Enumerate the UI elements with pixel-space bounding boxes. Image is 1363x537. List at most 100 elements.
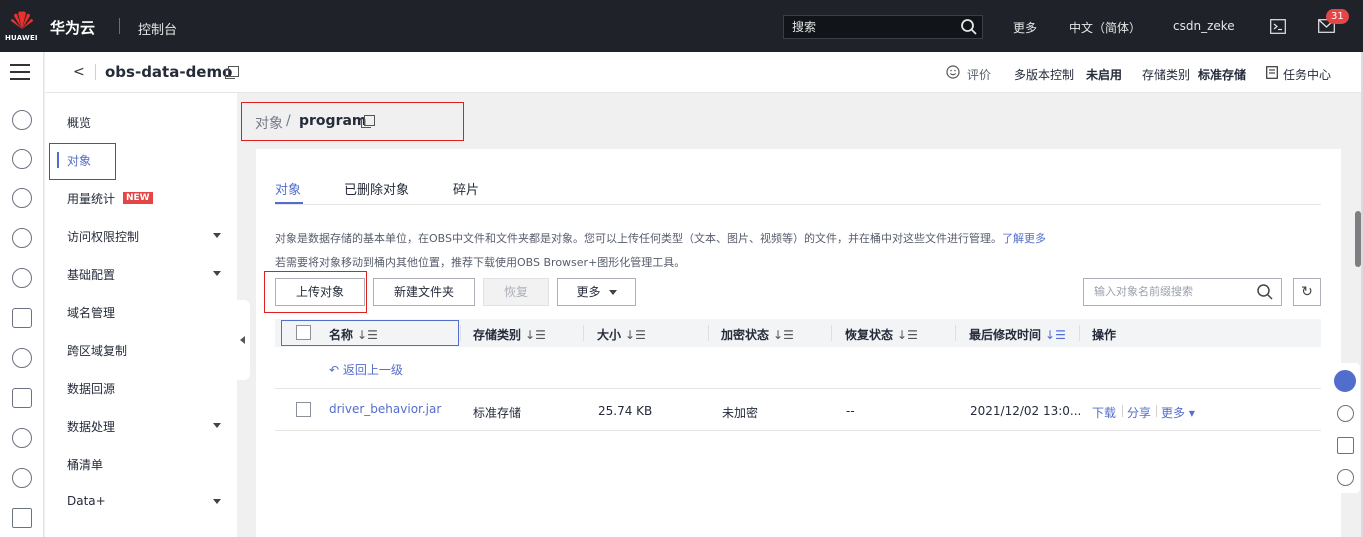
brand-name[interactable]: 华为云 [50, 17, 95, 38]
object-search-input[interactable] [1094, 285, 1249, 298]
database-icon[interactable] [12, 308, 32, 328]
column-divider [583, 325, 584, 341]
object-search[interactable] [1083, 278, 1282, 306]
chevron-down-icon[interactable] [213, 423, 221, 428]
restore-status-cell: -- [846, 404, 855, 418]
smile-icon[interactable] [946, 65, 960, 79]
new-folder-button[interactable]: 新建文件夹 [373, 278, 475, 306]
huawei-logo[interactable]: HUAWEI [0, 0, 44, 52]
top-navigation-bar: HUAWEI 华为云 控制台 更多 中文（简体） csdn_zeke 31 [0, 0, 1363, 52]
column-divider [460, 325, 461, 341]
user-menu[interactable]: csdn_zeke [1173, 19, 1235, 33]
sidebar-item-data-plus[interactable]: Data+ [67, 494, 106, 508]
scrollbar-thumb[interactable] [1355, 211, 1361, 267]
more-menu[interactable]: 更多 [1013, 19, 1037, 36]
cloud-upload-icon[interactable] [12, 149, 32, 169]
back-to-parent-link[interactable]: ↶ 返回上一级 [329, 361, 403, 378]
cloud-service-icon[interactable] [12, 110, 32, 130]
description-line-1: 对象是数据存储的基本单位，在OBS中文件和文件夹都是对象。您可以上传任何类型（文… [275, 230, 1046, 246]
menu-icon[interactable] [10, 64, 30, 82]
col-size[interactable]: 大小 ↓☰ [597, 326, 646, 343]
ip-icon[interactable] [12, 188, 32, 208]
terminal-icon[interactable] [1270, 19, 1286, 34]
action-divider [1122, 405, 1123, 417]
row-more-menu[interactable]: 更多 ▾ [1161, 404, 1195, 421]
global-search-input[interactable] [792, 19, 952, 35]
download-link[interactable]: 下载 [1092, 404, 1116, 421]
sidebar-item-basic-config[interactable]: 基础配置 [67, 266, 115, 283]
col-storage[interactable]: 存储类别 ↓☰ [473, 326, 546, 343]
language-selector[interactable]: 中文（简体） [1069, 19, 1141, 36]
copy-icon[interactable] [361, 115, 375, 128]
tab-fragments[interactable]: 碎片 [453, 179, 479, 198]
rating-link[interactable]: 评价 [967, 66, 991, 83]
sidebar-item-usage[interactable]: 用量统计 [67, 190, 115, 207]
copy-icon[interactable] [225, 66, 239, 79]
col-size-label: 大小 [597, 328, 622, 342]
refresh-icon[interactable]: ↻ [1293, 278, 1321, 306]
customer-service-icon[interactable] [1334, 370, 1356, 392]
sort-icon[interactable]: ↓☰ [525, 328, 546, 342]
description-text: 对象是数据存储的基本单位，在OBS中文件和文件夹都是对象。您可以上传任何类型（文… [275, 232, 1002, 245]
sidebar-item-overview[interactable]: 概览 [67, 114, 91, 131]
sidebar-item-back-to-source[interactable]: 数据回源 [67, 380, 115, 397]
chevron-down-icon[interactable] [213, 499, 221, 504]
more-actions-label: 更多 [576, 285, 601, 299]
search-icon[interactable] [1256, 283, 1274, 301]
share-link[interactable]: 分享 [1127, 404, 1151, 421]
container-icon[interactable] [12, 468, 32, 488]
divider [95, 64, 96, 80]
chevron-down-icon[interactable] [213, 233, 221, 238]
sidebar-collapse-handle[interactable] [237, 300, 250, 380]
sort-active-icon[interactable]: ↓☰ [1045, 328, 1066, 342]
breadcrumb-root[interactable]: 对象 [255, 113, 283, 133]
cloud-icon[interactable] [12, 348, 32, 368]
help-icon[interactable] [1337, 405, 1354, 422]
huawei-petal-icon [11, 11, 33, 29]
versioning-value: 未启用 [1086, 68, 1123, 82]
select-all-checkbox[interactable] [296, 325, 311, 340]
console-link[interactable]: 控制台 [138, 19, 177, 38]
sidebar-item-cross-region[interactable]: 跨区域复制 [67, 342, 127, 359]
col-name[interactable]: 名称 ↓☰ [329, 326, 378, 343]
object-name-link[interactable]: driver_behavior.jar [329, 402, 441, 416]
restore-button[interactable]: 恢复 [483, 278, 549, 306]
survey-icon[interactable] [1337, 469, 1354, 486]
back-icon[interactable]: < [73, 64, 85, 80]
sidebar-item-data-processing[interactable]: 数据处理 [67, 418, 115, 435]
task-center-link[interactable]: 任务中心 [1283, 66, 1331, 83]
upload-object-button[interactable]: 上传对象 [275, 278, 365, 306]
notification-badge[interactable]: 31 [1326, 9, 1349, 24]
more-actions-button[interactable]: 更多 [557, 278, 636, 306]
sort-icon[interactable]: ↓☰ [625, 328, 646, 342]
search-icon[interactable] [960, 18, 978, 36]
col-encryption[interactable]: 加密状态 ↓☰ [721, 326, 794, 343]
sort-icon[interactable]: ↓☰ [897, 328, 918, 342]
cloud-network-icon[interactable] [12, 228, 32, 248]
col-last-modified[interactable]: 最后修改时间 ↓☰ [969, 326, 1066, 343]
back-arrow-icon: ↶ [329, 363, 343, 377]
sort-icon[interactable]: ↓☰ [357, 328, 378, 342]
learn-more-link[interactable]: 了解更多 [1002, 232, 1046, 245]
storage-class-label: 存储类别 [1142, 68, 1191, 82]
chevron-down-icon [608, 290, 617, 295]
sidebar-item-objects[interactable]: 对象 [67, 152, 91, 169]
tab-objects[interactable]: 对象 [275, 179, 301, 198]
bucket-name: obs-data-demo [105, 63, 233, 81]
sidebar-item-domain[interactable]: 域名管理 [67, 304, 115, 321]
col-restore-status[interactable]: 恢复状态 ↓☰ [845, 326, 918, 343]
apps-grid-icon[interactable] [12, 508, 32, 528]
sidebar-item-inventory[interactable]: 桶清单 [67, 456, 103, 473]
api-icon[interactable] [12, 388, 32, 408]
sidebar-item-access-control[interactable]: 访问权限控制 [67, 228, 139, 245]
global-search[interactable] [783, 15, 983, 39]
feedback-icon[interactable] [1337, 437, 1354, 454]
cloud-storage-icon[interactable] [12, 268, 32, 288]
row-checkbox[interactable] [296, 402, 311, 417]
task-icon[interactable] [1266, 66, 1278, 79]
sort-icon[interactable]: ↓☰ [773, 328, 794, 342]
tab-deleted-objects[interactable]: 已删除对象 [344, 179, 409, 198]
chevron-down-icon[interactable] [213, 271, 221, 276]
cloud-monitor-icon[interactable] [12, 428, 32, 448]
new-badge: NEW [123, 192, 153, 204]
